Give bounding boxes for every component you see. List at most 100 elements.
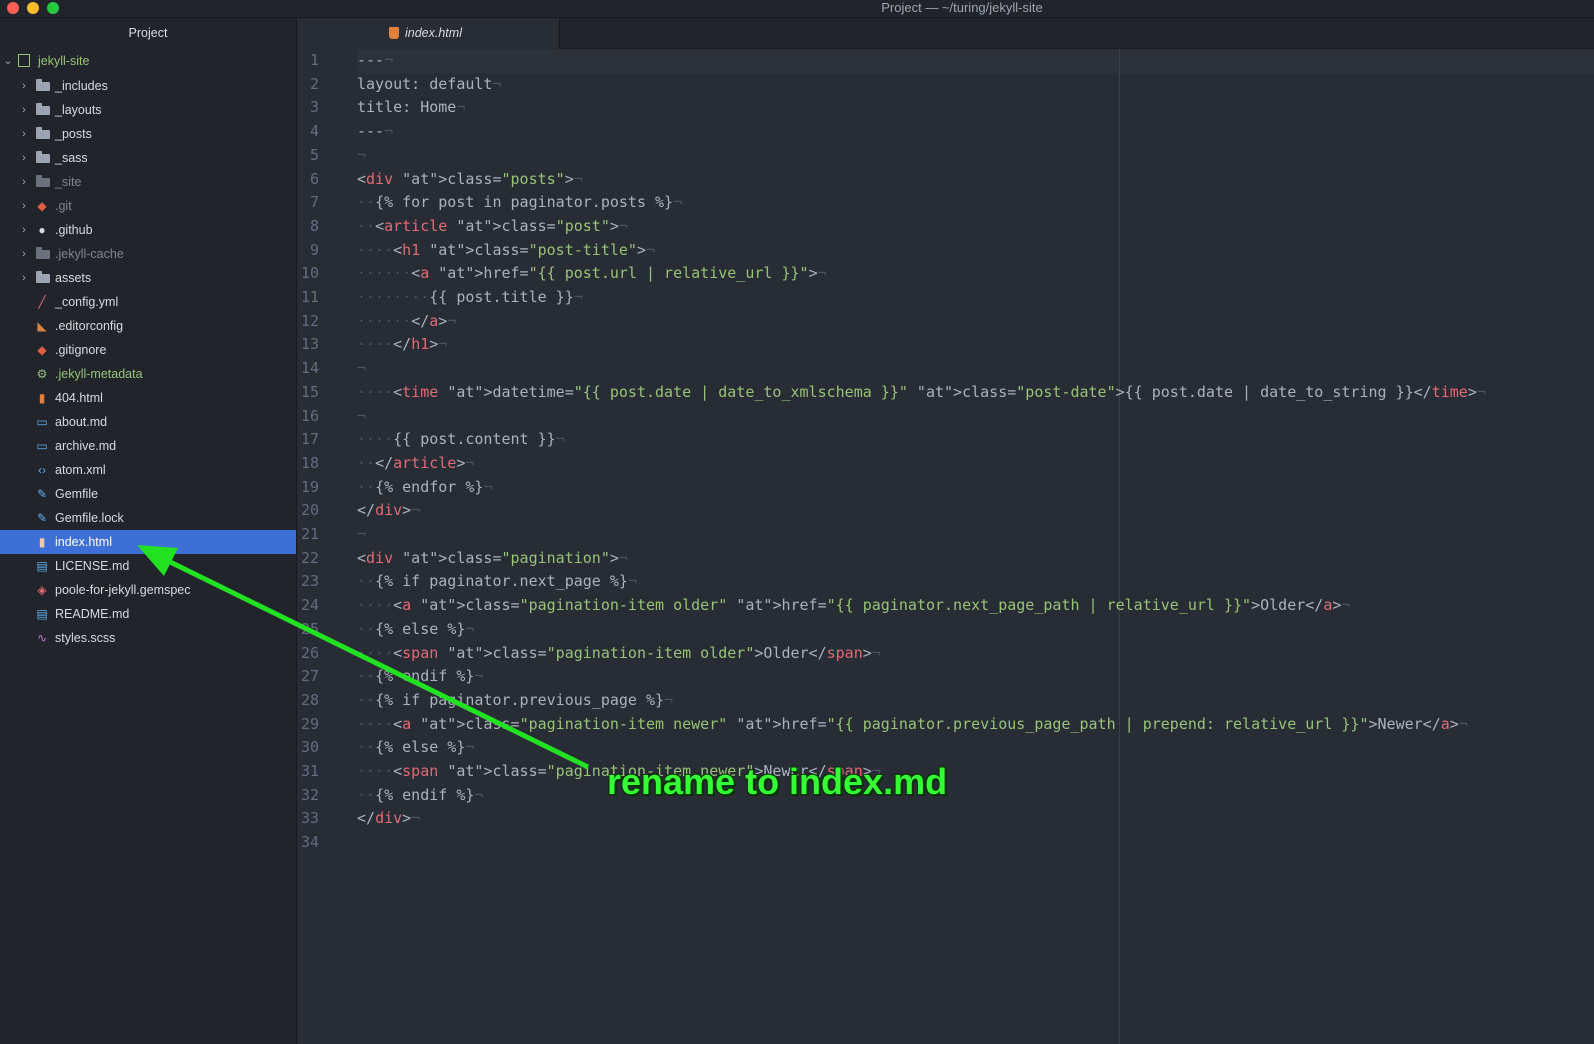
file-item-config-yml[interactable]: ╱ _config.yml	[0, 290, 296, 314]
folder-item-layouts[interactable]: › _layouts	[0, 98, 296, 122]
line-text: ¬	[357, 145, 367, 164]
line-text: ---¬	[357, 51, 394, 69]
code-line: 17 ····{{ post.content }}¬	[297, 428, 1594, 452]
code-line: 11 ········{{ post.title }}¬	[297, 286, 1594, 310]
chevron-right-icon: ›	[22, 128, 26, 140]
editorconfig-icon: ◣	[37, 319, 47, 333]
folder-item-sass[interactable]: › _sass	[0, 146, 296, 170]
file-item-styles-scss[interactable]: ∿ styles.scss	[0, 626, 296, 650]
line-number: 34	[300, 833, 319, 852]
file-tree: ⌄ jekyll-site › _includes › _layouts › _posts › _…	[0, 48, 296, 650]
file-item-editorconfig[interactable]: ◣ .editorconfig	[0, 314, 296, 338]
line-number: 22	[300, 548, 319, 567]
folder-icon	[36, 175, 50, 187]
folder-icon	[36, 103, 50, 115]
config-file-icon: ╱	[38, 295, 46, 309]
code-line: 19 ··{% endfor %}¬	[297, 476, 1594, 500]
file-item-index-html[interactable]: ▮ index.html	[0, 530, 296, 554]
code-line: 7 ··{% for post in paginator.posts %}¬	[297, 191, 1594, 215]
line-number: 18	[300, 453, 319, 472]
file-label: .editorconfig	[55, 319, 124, 333]
git-icon: ◆	[37, 199, 47, 213]
ruby-icon: ◈	[37, 583, 47, 597]
line-text: ····<time "at">datetime="{{ post.date | …	[357, 382, 1486, 401]
line-text: ··{% if paginator.next_page %}¬	[357, 572, 637, 591]
line-text: ··{% endif %}¬	[357, 667, 484, 686]
file-label: _config.yml	[55, 295, 119, 309]
file-item-404-html[interactable]: ▮ 404.html	[0, 386, 296, 410]
line-number: 6	[309, 169, 319, 188]
code-line: 18 ··</article>¬	[297, 452, 1594, 476]
repo-icon	[18, 54, 30, 67]
line-number: 29	[300, 714, 319, 733]
line-text: ····</h1>¬	[357, 335, 448, 354]
file-item-gemfile[interactable]: ✎ Gemfile	[0, 482, 296, 506]
folder-item-assets[interactable]: › assets	[0, 266, 296, 290]
line-text: ¬	[357, 406, 367, 425]
bundler-icon: ✎	[36, 487, 48, 501]
chevron-right-icon: ›	[22, 104, 26, 116]
file-item-gemfile-lock[interactable]: ✎ Gemfile.lock	[0, 506, 296, 530]
file-label: poole-for-jekyll.gemspec	[55, 583, 191, 597]
file-item-about-md[interactable]: ▭ about.md	[0, 410, 296, 434]
code-line: 8 ··<article "at">class="post">¬	[297, 215, 1594, 239]
file-item-license-md[interactable]: ▤ LICENSE.md	[0, 554, 296, 578]
file-item-poole-for-jekyll-gemspec[interactable]: ◈ poole-for-jekyll.gemspec	[0, 578, 296, 602]
folder-item-site[interactable]: › _site	[0, 170, 296, 194]
github-icon: ●	[38, 223, 46, 237]
folder-item-includes[interactable]: › _includes	[0, 74, 296, 98]
folder-item-git[interactable]: › ◆ .git	[0, 194, 296, 218]
file-label: archive.md	[55, 439, 117, 453]
file-item-readme-md[interactable]: ▤ README.md	[0, 602, 296, 626]
tree-root-jekyll-site[interactable]: ⌄ jekyll-site	[0, 48, 296, 74]
line-number: 13	[300, 335, 319, 354]
line-text: ····<a "at">class="pagination-item older…	[357, 596, 1351, 615]
line-number: 7	[309, 193, 319, 212]
file-label: 404.html	[55, 391, 103, 405]
code-line: 6 <div "at">class="posts">¬	[297, 168, 1594, 192]
file-label: about.md	[55, 415, 108, 429]
file-item-atom-xml[interactable]: ‹› atom.xml	[0, 458, 296, 482]
folder-item-jekyll-cache[interactable]: › .jekyll-cache	[0, 242, 296, 266]
line-text: ······</a>¬	[357, 311, 457, 330]
code-editor[interactable]: 1 ---¬ 2 layout: default¬ 3 title: Home¬ 4 ---¬…	[297, 49, 1594, 1044]
chevron-right-icon: ›	[22, 224, 26, 236]
chevron-right-icon: ›	[22, 200, 26, 212]
file-label: _includes	[55, 79, 108, 93]
file-item-gitignore[interactable]: ◆ .gitignore	[0, 338, 296, 362]
code-line: 27 ··{% endif %}¬	[297, 665, 1594, 689]
folder-item-posts[interactable]: › _posts	[0, 122, 296, 146]
html5-icon: ▮	[38, 535, 46, 549]
file-label: .jekyll-cache	[55, 247, 124, 261]
file-item-jekyll-metadata[interactable]: ⚙ .jekyll-metadata	[0, 362, 296, 386]
sidebar-header: Project	[128, 26, 168, 40]
folder-item-github[interactable]: › ● .github	[0, 218, 296, 242]
code-line: 9 ····<h1 "at">class="post-title">¬	[297, 239, 1594, 263]
line-number: 12	[300, 311, 319, 330]
line-text: title: Home¬	[357, 98, 466, 117]
markdown-icon: ▭	[36, 415, 48, 429]
html5-icon	[389, 27, 399, 39]
code-line: 21 ¬	[297, 523, 1594, 547]
line-text: ¬	[357, 359, 367, 378]
line-number: 30	[300, 738, 319, 757]
code-line: 3 title: Home¬	[297, 96, 1594, 120]
line-number: 20	[300, 501, 319, 520]
line-text: layout: default¬	[357, 74, 502, 93]
tab-index-html[interactable]: index.html	[297, 18, 560, 49]
file-label: _site	[55, 175, 82, 189]
file-item-archive-md[interactable]: ▭ archive.md	[0, 434, 296, 458]
line-text: ··<article "at">class="post">¬	[357, 216, 628, 235]
line-text: ··{% else %}¬	[357, 619, 475, 638]
code-line: 10 ······<a "at">href="{{ post.url | rela…	[297, 262, 1594, 286]
code-line: 14 ¬	[297, 357, 1594, 381]
chevron-right-icon: ›	[22, 248, 26, 260]
folder-icon	[36, 151, 50, 163]
chevron-down-icon: ⌄	[3, 55, 13, 67]
line-number: 10	[300, 264, 319, 283]
tab-bar: index.html	[297, 18, 1594, 49]
line-number: 25	[300, 619, 319, 638]
file-label: atom.xml	[55, 463, 106, 477]
folder-icon	[36, 271, 50, 283]
line-text: ··{% for post in paginator.posts %}¬	[357, 193, 683, 212]
